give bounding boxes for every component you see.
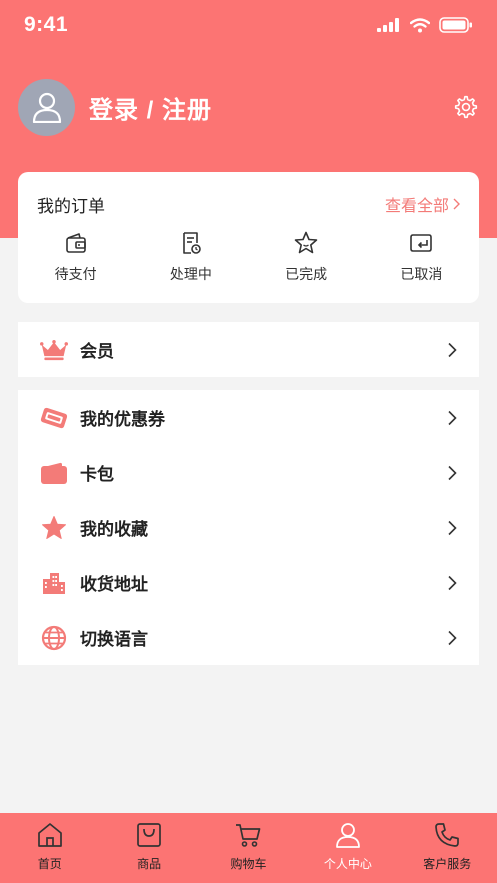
chevron-right-icon <box>448 575 457 591</box>
view-all-label: 查看全部 <box>384 198 449 215</box>
globe-icon <box>40 624 68 652</box>
tab-cart[interactable]: 购物车 <box>199 813 298 883</box>
person-icon <box>335 823 360 848</box>
menu-item-switch-language[interactable]: 切换语言 <box>18 610 479 665</box>
menu-item-favorites[interactable]: 我的收藏 <box>18 500 479 555</box>
menu-item-label: 收货地址 <box>80 575 148 594</box>
order-completed[interactable]: 已完成 <box>249 230 364 284</box>
tab-label: 商品 <box>137 857 162 871</box>
chevron-right-icon <box>448 410 457 426</box>
login-register-link[interactable]: 登录 / 注册 <box>89 90 212 125</box>
card-wallet-icon <box>40 459 68 487</box>
order-cancelled[interactable]: 已取消 <box>364 230 479 284</box>
tab-label: 客户服务 <box>423 857 472 871</box>
building-icon <box>40 569 68 597</box>
menu-list: 我的优惠券 卡包 我的收藏 收货地址 切换语言 <box>18 390 479 665</box>
tab-customer-service[interactable]: 客户服务 <box>398 813 497 883</box>
menu-item-label: 切换语言 <box>80 630 148 649</box>
chevron-right-icon <box>453 198 460 210</box>
orders-card: 我的订单 查看全部 待支付 处理中 已完成 已取消 <box>18 172 479 303</box>
gear-icon[interactable] <box>453 94 479 120</box>
menu-item-label: 会员 <box>80 342 114 361</box>
tab-label: 首页 <box>37 857 62 871</box>
wifi-icon <box>410 17 430 32</box>
star-icon <box>40 514 68 542</box>
document-icon <box>183 232 201 254</box>
chevron-right-icon <box>448 520 457 536</box>
menu-item-label: 我的收藏 <box>80 520 148 539</box>
menu-item-shipping-address[interactable]: 收货地址 <box>18 555 479 610</box>
menu-item-membership[interactable]: 会员 <box>18 322 479 377</box>
home-icon <box>37 823 62 847</box>
menu-item-card-wallet[interactable]: 卡包 <box>18 445 479 500</box>
phone-icon <box>435 823 460 847</box>
cart-icon <box>236 824 261 847</box>
profile-header: 登录 / 注册 <box>18 78 479 136</box>
order-item-label: 已完成 <box>285 266 328 282</box>
view-all-orders-link[interactable]: 查看全部 <box>385 192 460 216</box>
order-status-row: 待支付 处理中 已完成 已取消 <box>18 230 479 284</box>
wallet-icon <box>65 233 86 253</box>
order-processing[interactable]: 处理中 <box>133 230 248 284</box>
status-time: 9:41 <box>24 13 69 36</box>
tab-label: 购物车 <box>230 857 267 871</box>
orders-title: 我的订单 <box>37 197 105 216</box>
menu-item-coupons[interactable]: 我的优惠券 <box>18 390 479 445</box>
coupon-icon <box>40 404 68 432</box>
order-item-label: 待支付 <box>54 266 97 282</box>
order-pending-payment[interactable]: 待支付 <box>18 230 133 284</box>
tab-label: 个人中心 <box>323 857 372 871</box>
card-return-icon <box>410 234 433 252</box>
crown-icon <box>40 336 68 364</box>
signal-icon <box>377 18 399 32</box>
person-icon <box>32 92 61 123</box>
bottom-tab-bar: 首页 商品 购物车 个人中心 客户服务 <box>0 813 497 883</box>
menu-item-label: 卡包 <box>80 465 114 484</box>
tab-home[interactable]: 首页 <box>0 813 99 883</box>
avatar[interactable] <box>18 78 75 136</box>
order-item-label: 已取消 <box>400 266 443 282</box>
tab-profile[interactable]: 个人中心 <box>298 813 397 883</box>
battery-icon <box>439 17 472 33</box>
bag-icon <box>137 823 161 847</box>
tab-products[interactable]: 商品 <box>99 813 198 883</box>
star-outline-icon <box>294 231 318 254</box>
menu-item-label: 我的优惠券 <box>80 410 165 429</box>
chevron-right-icon <box>448 630 457 646</box>
order-item-label: 处理中 <box>169 266 212 282</box>
chevron-right-icon <box>448 342 457 358</box>
status-icons <box>377 17 473 33</box>
membership-section: 会员 <box>18 322 479 377</box>
status-bar: 9:41 <box>0 0 497 50</box>
chevron-right-icon <box>448 465 457 481</box>
